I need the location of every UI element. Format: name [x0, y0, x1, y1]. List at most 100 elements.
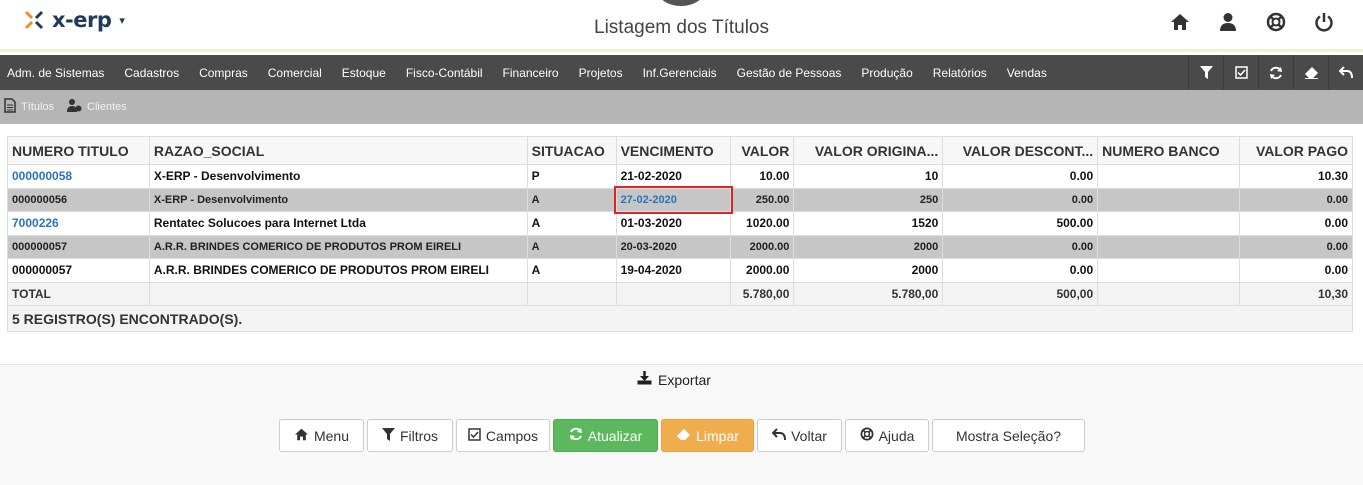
menu-item-fisco-contabil[interactable]: Fisco-Contábil — [406, 66, 483, 80]
checkbox-icon[interactable] — [1223, 55, 1258, 90]
col-header-valor-pago[interactable]: VALOR PAGO — [1239, 136, 1353, 165]
cell-situacao: P — [526, 164, 617, 189]
undo-icon — [771, 427, 787, 444]
action-buttons: Menu Filtros Campos Atualizar Limpar Vol… — [279, 419, 1085, 452]
menu-item-producao[interactable]: Produção — [861, 66, 912, 80]
breadcrumb-label: Títulos — [21, 101, 55, 113]
page-title: Listagem dos Títulos — [594, 17, 769, 38]
total-valor-pago: 10,30 — [1239, 281, 1353, 306]
breadcrumb: Títulos Clientes — [0, 90, 1363, 124]
help-lifebuoy-icon[interactable] — [1263, 9, 1289, 35]
cell-valor: 2000.00 — [730, 234, 795, 259]
menu-item-comercial[interactable]: Comercial — [268, 66, 322, 80]
back-button[interactable]: Voltar — [757, 419, 842, 452]
title-badge-icon — [658, 0, 704, 6]
cell-valor-pago: 0.00 — [1239, 187, 1353, 212]
menu-item-inf-gerenciais[interactable]: Inf.Gerenciais — [643, 66, 717, 80]
total-valor: 5.780,00 — [730, 281, 795, 306]
menu-item-cadastros[interactable]: Cadastros — [124, 66, 179, 80]
col-header-valor-desconto[interactable]: VALOR DESCONT... — [942, 136, 1099, 165]
cell-valor-original: 1520 — [793, 211, 944, 236]
col-header-situacao[interactable]: SITUACAO — [526, 136, 617, 165]
button-label: Campos — [485, 427, 539, 444]
button-label: Menu — [313, 427, 350, 444]
cell-numero-banco — [1097, 234, 1241, 259]
table-row[interactable]: 000000056 X-ERP - Desenvolvimento A 27-0… — [7, 186, 1353, 214]
breadcrumb-label: Clientes — [87, 101, 127, 113]
download-icon — [637, 371, 652, 388]
top-header: x-erp ▾ Listagem dos Títulos — [0, 0, 1363, 52]
home-icon[interactable] — [1167, 9, 1193, 35]
menu-item-gestao-de-pessoas[interactable]: Gestão de Pessoas — [737, 66, 842, 80]
show-selection-button[interactable]: Mostra Seleção? — [932, 419, 1085, 452]
col-header-valor-original[interactable]: VALOR ORIGINA... — [793, 136, 944, 165]
cell-valor-desconto: 0.00 — [942, 164, 1099, 189]
cell-valor-original: 10 — [793, 164, 944, 189]
export-label: Exportar — [658, 371, 711, 388]
cell-situacao: A — [526, 234, 617, 259]
cell-numero-titulo: 000000057 — [7, 234, 150, 259]
filters-button[interactable]: Filtros — [367, 419, 453, 452]
total-valor-desconto: 500,00 — [942, 281, 1099, 306]
menu-item-relatorios[interactable]: Relatórios — [933, 66, 987, 80]
cell-valor: 2000.00 — [730, 258, 795, 283]
filter-icon — [381, 427, 395, 444]
col-header-vencimento[interactable]: VENCIMENTO — [615, 136, 732, 165]
refresh-icon[interactable] — [1258, 55, 1293, 90]
undo-icon[interactable] — [1328, 55, 1363, 90]
cell-valor: 250.00 — [730, 187, 795, 212]
fields-button[interactable]: Campos — [456, 419, 550, 452]
cell-valor-desconto: 0.00 — [942, 258, 1099, 283]
menu-item-financeiro[interactable]: Financeiro — [503, 66, 559, 80]
col-header-valor[interactable]: VALOR — [730, 136, 795, 165]
filter-icon[interactable] — [1188, 55, 1223, 90]
export-button[interactable]: Exportar — [637, 371, 711, 388]
button-label: Ajuda — [878, 427, 915, 444]
menu-button[interactable]: Menu — [279, 419, 364, 452]
col-header-razao-social[interactable]: RAZAO_SOCIAL — [148, 136, 528, 165]
col-header-numero-titulo[interactable]: NUMERO TITULO — [7, 136, 150, 165]
cell-razao-social: X-ERP - Desenvolvimento — [148, 164, 528, 189]
clear-button[interactable]: Limpar — [661, 419, 754, 452]
cell-razao-social: X-ERP - Desenvolvimento — [148, 187, 528, 212]
main-menu-bar: Adm. de Sistemas Cadastros Compras Comercia… — [0, 55, 1363, 90]
cell-vencimento: 01-03-2020 — [615, 211, 732, 236]
button-label: Limpar — [696, 427, 739, 444]
col-header-numero-banco[interactable]: NUMERO BANCO — [1097, 136, 1241, 165]
titles-table: NUMERO TITULO RAZAO_SOCIAL SITUACAO VENC… — [7, 136, 1353, 332]
cell-situacao: A — [526, 211, 617, 236]
help-button[interactable]: Ajuda — [845, 419, 929, 452]
cell-valor-original: 2000 — [793, 234, 944, 259]
cell-vencimento: 19-04-2020 — [615, 258, 732, 283]
table-row[interactable]: 000000057 A.R.R. BRINDES COMERICO DE PRO… — [7, 234, 1353, 259]
table-row[interactable]: 000000057 A.R.R. BRINDES COMERICO DE PRO… — [7, 258, 1353, 283]
cell-valor-pago: 0.00 — [1239, 211, 1353, 236]
cell-valor-original: 2000 — [793, 258, 944, 283]
title-number-link[interactable]: 7000226 — [12, 216, 59, 230]
cell-valor-original: 250 — [793, 187, 944, 212]
records-footer-row: 5 REGISTRO(S) ENCONTRADO(S). — [7, 305, 1353, 332]
cell-numero-banco — [1097, 187, 1241, 212]
menu-item-compras[interactable]: Compras — [199, 66, 248, 80]
breadcrumb-clientes[interactable]: Clientes — [66, 98, 127, 116]
menu-item-projetos[interactable]: Projetos — [579, 66, 623, 80]
cell-vencimento: 20-03-2020 — [615, 234, 732, 259]
power-icon[interactable] — [1311, 9, 1337, 35]
menu-item-adm-de-sistemas[interactable]: Adm. de Sistemas — [7, 66, 104, 80]
due-date-link[interactable]: 27-02-2020 — [621, 194, 677, 206]
breadcrumb-titulos[interactable]: Títulos — [4, 98, 54, 116]
user-icon[interactable] — [1215, 9, 1241, 35]
titles-table-container: NUMERO TITULO RAZAO_SOCIAL SITUACAO VENC… — [7, 136, 1353, 332]
table-row[interactable]: 7000226 Rentatec Solucoes para Internet … — [7, 211, 1353, 236]
title-number-link[interactable]: 000000058 — [12, 169, 72, 183]
refresh-button[interactable]: Atualizar — [553, 419, 658, 452]
table-row[interactable]: 000000058 X-ERP - Desenvolvimento P 21-0… — [7, 164, 1353, 189]
cell-valor-pago: 0.00 — [1239, 258, 1353, 283]
menu-item-estoque[interactable]: Estoque — [342, 66, 386, 80]
cell-valor: 10.00 — [730, 164, 795, 189]
cell-valor: 1020.00 — [730, 211, 795, 236]
cell-numero-banco — [1097, 164, 1241, 189]
eraser-icon[interactable] — [1293, 55, 1328, 90]
button-label: Mostra Seleção? — [955, 427, 1062, 444]
menu-item-vendas[interactable]: Vendas — [1007, 66, 1047, 80]
